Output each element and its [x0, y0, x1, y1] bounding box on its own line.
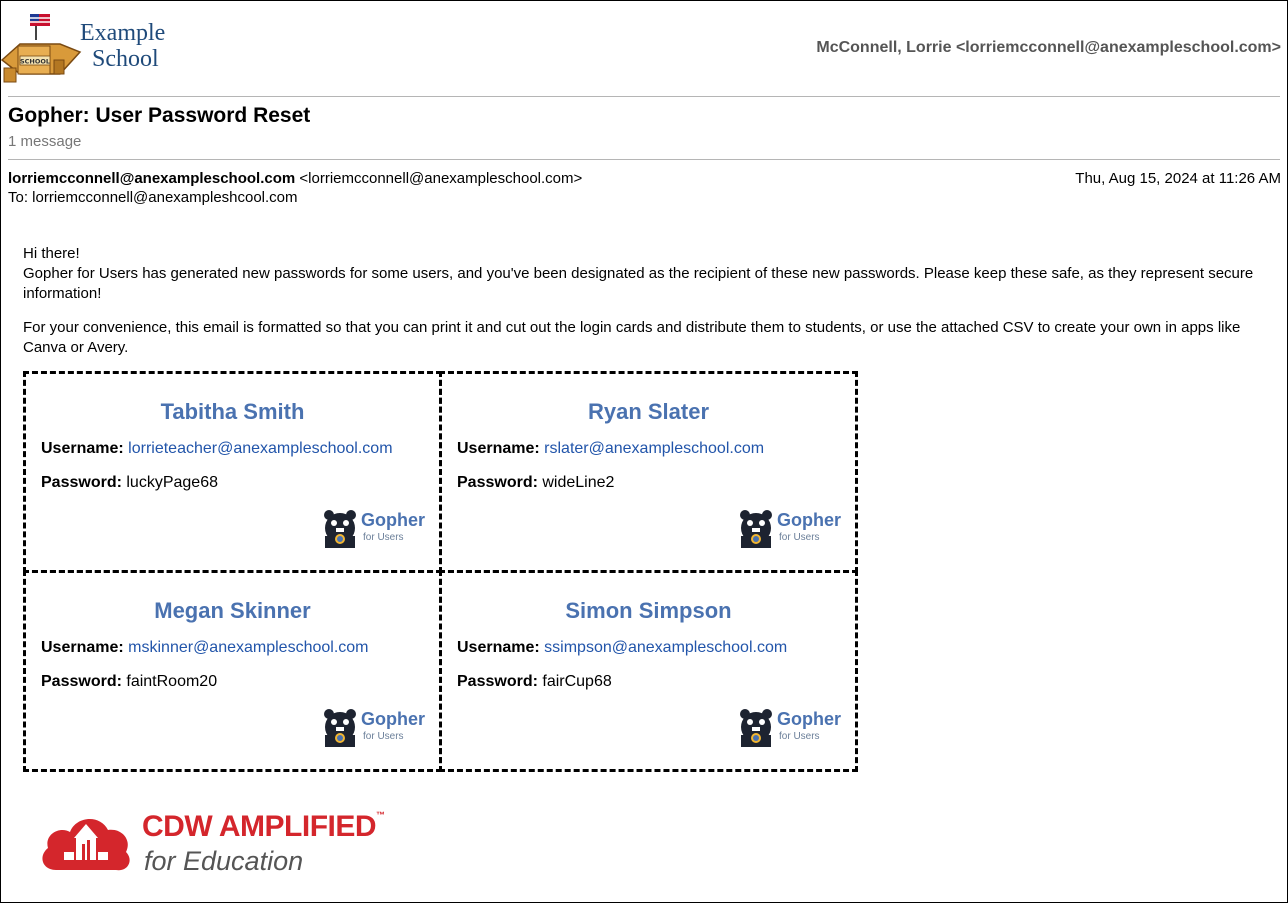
- cdw-brand-line-1: CDW AMPLIFIED™: [142, 810, 385, 844]
- gopher-sub: for Users: [779, 731, 820, 742]
- card-user-name: Megan Skinner: [154, 598, 311, 623]
- login-card: Ryan Slater Username: rslater@anexamples…: [439, 371, 858, 573]
- login-card: Megan Skinner Username: mskinner@anexamp…: [23, 570, 442, 772]
- card-username-row: Username: rslater@anexampleschool.com: [457, 440, 764, 458]
- username-link[interactable]: mskinner@anexampleschool.com: [128, 639, 368, 656]
- school-logo-text: Example School: [80, 20, 165, 72]
- card-password-row: Password: luckyPage68: [41, 474, 218, 492]
- password-label: Password:: [457, 474, 538, 491]
- username-link[interactable]: lorrieteacher@anexampleschool.com: [128, 440, 392, 457]
- cloud-school-icon: [42, 818, 130, 871]
- greeting: Hi there!: [23, 245, 80, 262]
- gopher-logo: Gopher for Users: [737, 508, 847, 550]
- account-name: McConnell, Lorrie <lorriemcconnell@anexa…: [816, 39, 1281, 56]
- login-cards-grid: Tabitha Smith Username: lorrieteacher@an…: [23, 371, 861, 775]
- school-logo[interactable]: SCHOOL Example School: [0, 10, 175, 88]
- sender-name[interactable]: lorriemcconnell@anexampleschool.com: [8, 170, 295, 187]
- gopher-sub: for Users: [363, 731, 404, 742]
- email-header: SCHOOL Example School McConnell, Lorrie …: [0, 8, 1288, 88]
- gopher-brand: Gopher: [777, 510, 842, 530]
- gopher-logo: Gopher for Users: [737, 707, 847, 749]
- message-count: 1 message: [8, 133, 82, 150]
- email-body: Hi there! Gopher for Users has generated…: [23, 244, 1268, 372]
- login-card: Simon Simpson Username: ssimpson@anexamp…: [439, 570, 858, 772]
- username-link[interactable]: rslater@anexampleschool.com: [544, 440, 764, 457]
- gopher-logo: Gopher for Users: [321, 508, 431, 550]
- cdw-brand-line-2: for Education: [144, 846, 304, 876]
- body-paragraph-1: Gopher for Users has generated new passw…: [23, 265, 1254, 302]
- card-password-row: Password: fairCup68: [457, 673, 612, 691]
- card-password-row: Password: faintRoom20: [41, 673, 217, 691]
- password-label: Password:: [41, 673, 122, 690]
- email-date: Thu, Aug 15, 2024 at 11:26 AM: [1075, 170, 1281, 187]
- gopher-mascot-icon: [740, 510, 772, 548]
- card-user-name: Simon Simpson: [565, 598, 732, 623]
- password-label: Password:: [457, 673, 538, 690]
- password-value: fairCup68: [542, 673, 612, 690]
- gopher-mascot-icon: [324, 709, 356, 747]
- gopher-sub: for Users: [363, 532, 404, 543]
- sender-address: <lorriemcconnell@anexampleschool.com>: [299, 170, 583, 187]
- divider: [8, 159, 1280, 160]
- card-password-row: Password: wideLine2: [457, 474, 614, 492]
- password-label: Password:: [41, 474, 122, 491]
- gopher-logo: Gopher for Users: [321, 707, 431, 749]
- gopher-sub: for Users: [779, 532, 820, 543]
- username-label: Username:: [41, 639, 124, 656]
- password-value: luckyPage68: [126, 474, 218, 491]
- card-username-row: Username: mskinner@anexampleschool.com: [41, 639, 369, 657]
- gopher-mascot-icon: [740, 709, 772, 747]
- gopher-brand: Gopher: [361, 709, 426, 729]
- card-user-name: Ryan Slater: [587, 399, 710, 424]
- recipient-line: To: lorriemcconnell@anexampleshcool.com: [8, 189, 298, 206]
- logo-line-1: Example: [80, 20, 166, 46]
- username-label: Username:: [457, 440, 540, 457]
- gopher-brand: Gopher: [777, 709, 842, 729]
- login-card: Tabitha Smith Username: lorrieteacher@an…: [23, 371, 442, 573]
- card-username-row: Username: lorrieteacher@anexampleschool.…: [41, 440, 393, 458]
- trademark-mark: ™: [376, 810, 385, 820]
- cdw-amplified-logo: CDW AMPLIFIED™ for Education: [38, 808, 418, 883]
- username-link[interactable]: ssimpson@anexampleschool.com: [544, 639, 787, 656]
- password-value: wideLine2: [542, 474, 615, 491]
- username-label: Username:: [457, 639, 540, 656]
- divider: [8, 96, 1280, 97]
- body-paragraph-2: For your convenience, this email is form…: [23, 319, 1241, 356]
- gopher-brand: Gopher: [361, 510, 426, 530]
- card-username-row: Username: ssimpson@anexampleschool.com: [457, 639, 787, 657]
- logo-line-2: School: [92, 46, 159, 72]
- gopher-mascot-icon: [324, 510, 356, 548]
- card-user-name: Tabitha Smith: [160, 399, 305, 424]
- school-sign-text: SCHOOL: [20, 58, 50, 66]
- cdw-brand-text: CDW AMPLIFIED: [142, 810, 377, 843]
- password-value: faintRoom20: [126, 673, 218, 690]
- sender-line: lorriemcconnell@anexampleschool.com <lor…: [8, 170, 582, 187]
- username-label: Username:: [41, 440, 124, 457]
- email-subject: Gopher: User Password Reset: [8, 104, 311, 127]
- school-building-icon: SCHOOL: [0, 14, 82, 83]
